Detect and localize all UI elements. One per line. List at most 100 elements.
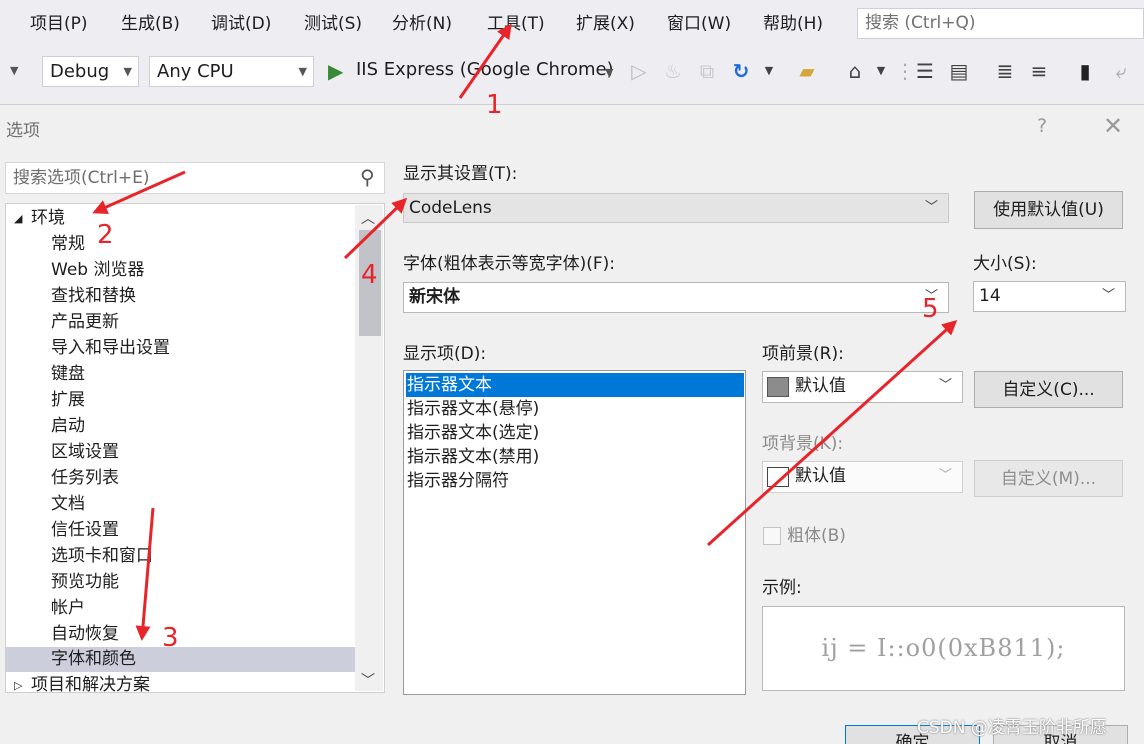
- platform-dropdown[interactable]: Any CPU ▼: [149, 56, 314, 87]
- home-icon[interactable]: ⌂: [842, 58, 868, 84]
- run-target-chevron-icon[interactable]: ▼: [605, 66, 613, 79]
- indent-icon[interactable]: ≡: [1026, 58, 1052, 84]
- tree-item-label: 常规: [51, 234, 85, 254]
- tree-item-projects[interactable]: ▷ 项目和解决方案: [6, 673, 358, 692]
- list-item[interactable]: 指示器文本(悬停): [406, 397, 744, 421]
- options-search-input[interactable]: 搜索选项(Ctrl+E): [5, 162, 385, 194]
- tree-item-fonts-colors[interactable]: 字体和颜色: [6, 647, 358, 672]
- step-play-icon[interactable]: ▷: [626, 58, 652, 84]
- chevron-down-icon: ﹀: [1101, 288, 1115, 303]
- tree-item-environment[interactable]: ◢ 环境: [6, 206, 358, 231]
- tree-item[interactable]: 启动: [6, 414, 358, 439]
- close-icon[interactable]: ✕: [1103, 112, 1123, 140]
- bookmark-icon[interactable]: ▮: [1072, 58, 1098, 84]
- font-dropdown[interactable]: 新宋体 ﹀: [403, 282, 949, 313]
- expand-triangle-icon[interactable]: ▷: [14, 673, 22, 692]
- tree-item-label: 自动恢复: [51, 624, 119, 644]
- outline-icon[interactable]: ☰: [912, 58, 938, 84]
- tree-item-label: 选项卡和窗口: [51, 546, 153, 566]
- tree-item[interactable]: Web 浏览器: [6, 258, 358, 283]
- list-item[interactable]: 指示器文本: [406, 373, 744, 397]
- tree-item-label: 帐户: [51, 598, 85, 618]
- show-settings-dropdown[interactable]: CodeLens ﹀: [403, 193, 949, 223]
- watermark: CSDN @凌霄玉阶非所愿: [917, 718, 1107, 738]
- foreground-dropdown[interactable]: 默认值 ﹀: [762, 371, 963, 403]
- tree-item[interactable]: 产品更新: [6, 310, 358, 335]
- tree-item[interactable]: 文档: [6, 492, 358, 517]
- help-button[interactable]: ?: [1037, 115, 1047, 137]
- config-value: Debug: [50, 61, 110, 82]
- menu-tools[interactable]: 工具(T): [487, 12, 545, 36]
- collapse-icon[interactable]: ▤: [946, 58, 972, 84]
- tree-item[interactable]: 区域设置: [6, 440, 358, 465]
- tree-item-label: 查找和替换: [51, 286, 136, 306]
- show-settings-value: CodeLens: [409, 198, 492, 218]
- tree-item[interactable]: 键盘: [6, 362, 358, 387]
- tree-item[interactable]: 帐户: [6, 596, 358, 621]
- menu-analyze[interactable]: 分析(N): [392, 12, 452, 36]
- sample-preview: ij = I::o0(0xB811);: [762, 606, 1125, 691]
- refresh-chevron-icon[interactable]: ▼: [756, 58, 782, 84]
- foreground-swatch: [767, 377, 789, 397]
- tree-item[interactable]: 信任设置: [6, 518, 358, 543]
- tree-item-label: Web 浏览器: [51, 260, 145, 280]
- hot-reload-icon[interactable]: ♨: [660, 58, 686, 84]
- tree-item[interactable]: 导入和导出设置: [6, 336, 358, 361]
- menu-debug[interactable]: 调试(D): [211, 12, 271, 36]
- chevron-down-icon: ﹀: [938, 468, 952, 483]
- scroll-down-icon[interactable]: ﹀: [361, 670, 375, 690]
- foreground-value: 默认值: [795, 376, 846, 396]
- fg-custom-button[interactable]: 自定义(C)...: [974, 371, 1123, 408]
- config-dropdown[interactable]: Debug ▼: [42, 56, 139, 87]
- folder-search-icon[interactable]: ▰: [794, 58, 820, 84]
- options-tree[interactable]: ◢ 环境 常规 Web 浏览器 查找和替换 产品更新 导入和导出设置 键盘 扩展…: [5, 203, 385, 693]
- menu-window[interactable]: 窗口(W): [667, 12, 731, 36]
- tree-item-label: 键盘: [51, 364, 85, 384]
- tree-item-label: 产品更新: [51, 312, 119, 332]
- outdent-icon[interactable]: ≣: [992, 58, 1018, 84]
- size-value: 14: [979, 286, 1001, 306]
- list-item[interactable]: 指示器文本(选定): [406, 421, 744, 445]
- menu-help[interactable]: 帮助(H): [763, 12, 823, 36]
- tree-item[interactable]: 查找和替换: [6, 284, 358, 309]
- tree-item-label: 文档: [51, 494, 85, 514]
- menu-project[interactable]: 项目(P): [30, 12, 88, 36]
- tree-item[interactable]: 选项卡和窗口: [6, 544, 358, 569]
- tree-item[interactable]: 常规: [6, 232, 358, 257]
- list-item[interactable]: 指示器分隔符: [406, 469, 744, 493]
- annotation-number: 4: [361, 260, 378, 290]
- refresh-icon[interactable]: ↻: [728, 58, 754, 84]
- tree-item-label: 启动: [51, 416, 85, 436]
- collapse-triangle-icon[interactable]: ◢: [14, 206, 22, 231]
- list-item[interactable]: 指示器文本(禁用): [406, 445, 744, 469]
- scroll-up-icon[interactable]: ︿: [361, 208, 375, 228]
- menu-extensions[interactable]: 扩展(X): [576, 12, 635, 36]
- bookmark-nav-icon[interactable]: ⤶: [1108, 58, 1134, 84]
- browser-link-icon[interactable]: ⧉: [694, 58, 720, 84]
- vs-search-input[interactable]: 搜索 (Ctrl+Q): [857, 8, 1144, 39]
- tree-item[interactable]: 扩展: [6, 388, 358, 413]
- run-target-button[interactable]: IIS Express (Google Chrome): [356, 59, 614, 80]
- toolbar: ▼ Debug ▼ Any CPU ▼ ▶ IIS Express (Googl…: [0, 50, 1144, 96]
- annotation-number: 2: [97, 220, 114, 250]
- platform-value: Any CPU: [157, 61, 234, 82]
- use-defaults-button[interactable]: 使用默认值(U): [974, 191, 1123, 229]
- dialog-title: 选项: [6, 121, 40, 141]
- search-icon[interactable]: ⚲: [360, 165, 375, 189]
- home-chevron-icon[interactable]: ▼: [868, 58, 894, 84]
- bold-checkbox[interactable]: [763, 527, 781, 545]
- menu-build[interactable]: 生成(B): [121, 12, 180, 36]
- annotation-number: 5: [922, 294, 939, 324]
- tree-item[interactable]: 自动恢复: [6, 622, 358, 647]
- background-dropdown[interactable]: 默认值 ﹀: [762, 461, 963, 493]
- bg-custom-button[interactable]: 自定义(M)...: [974, 460, 1123, 497]
- tree-item[interactable]: 任务列表: [6, 466, 358, 491]
- play-icon[interactable]: ▶: [328, 59, 343, 83]
- annotation-number: 3: [162, 623, 179, 653]
- display-items-list[interactable]: 指示器文本 指示器文本(悬停) 指示器文本(选定) 指示器文本(禁用) 指示器分…: [403, 370, 746, 695]
- menu-test[interactable]: 测试(S): [304, 12, 362, 36]
- size-dropdown[interactable]: 14 ﹀: [973, 281, 1126, 312]
- tree-item-label: 任务列表: [51, 468, 119, 488]
- toolbar-overflow-icon[interactable]: ▼: [10, 64, 18, 77]
- tree-item[interactable]: 预览功能: [6, 570, 358, 595]
